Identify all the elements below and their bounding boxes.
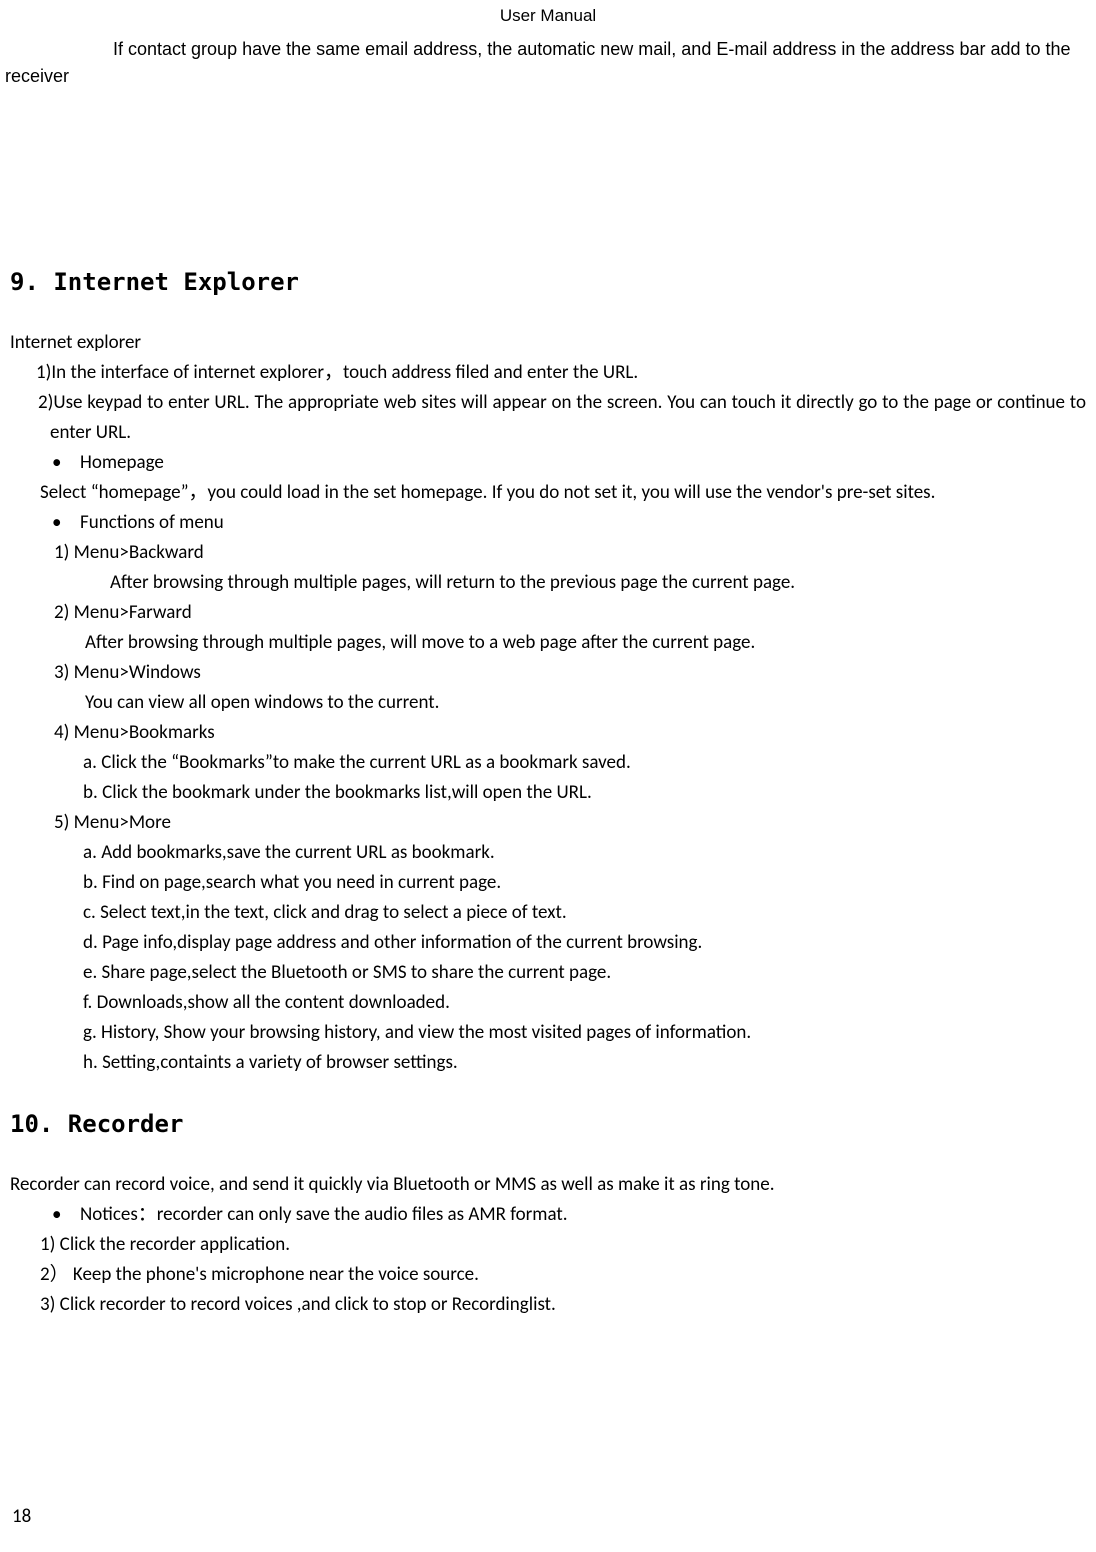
fn-5-a: a. Add bookmarks,save the current URL as… [10,838,1086,868]
fn-2-desc: After browsing through multiple pages, w… [10,628,1086,658]
homepage-desc: Select “homepage”，you could load in the … [10,478,1086,508]
page-number: 18 [12,1505,31,1528]
fn-4-a: a. Click the “Bookmarks”to make the curr… [10,748,1086,778]
step-2: 2)Use keypad to enter URL. The appropria… [10,388,1086,448]
fn-5: 5) Menu>More [10,808,1086,838]
fn-3: 3) Menu>Windows [10,658,1086,688]
fn-4: 4) Menu>Bookmarks [10,718,1086,748]
recorder-step-3: 3) Click recorder to record voices ,and … [10,1290,1086,1320]
recorder-intro: Recorder can record voice, and send it q… [10,1170,1086,1200]
fn-5-d: d. Page info,display page address and ot… [10,928,1086,958]
bullet-notices-label: Notices：recorder can only save the audio… [80,1203,568,1226]
bullet-homepage-label: Homepage [80,451,164,474]
bullet-homepage: •Homepage [10,448,1086,478]
recorder-step-2: 2） Keep the phone's microphone near the … [10,1260,1086,1290]
fn-5-f: f. Downloads,show all the content downlo… [10,988,1086,1018]
bullet-icon: • [52,508,80,538]
fn-5-b: b. Find on page,search what you need in … [10,868,1086,898]
step-1: 1)In the interface of internet explorer，… [10,358,1086,388]
fn-5-c: c. Select text,in the text, click and dr… [10,898,1086,928]
fn-1: 1) Menu>Backward [10,538,1086,568]
fn-1-desc: After browsing through multiple pages, w… [10,568,1086,598]
fn-5-h: h. Setting,containts a variety of browse… [10,1048,1086,1078]
bullet-functions: •Functions of menu [10,508,1086,538]
fn-3-desc: You can view all open windows to the cur… [10,688,1086,718]
page-header-title: User Manual [10,0,1086,36]
fn-2: 2) Menu>Farward [10,598,1086,628]
fn-5-e: e. Share page,select the Bluetooth or SM… [10,958,1086,988]
section-10-heading: 10. Recorder [10,1110,1086,1138]
fn-4-b: b. Click the bookmark under the bookmark… [10,778,1086,808]
bullet-notices: •Notices：recorder can only save the audi… [10,1200,1086,1230]
section-9-heading: 9. Internet Explorer [10,268,1086,296]
intro-paragraph: If contact group have the same email add… [5,36,1086,110]
bullet-functions-label: Functions of menu [80,511,224,534]
recorder-step-1: 1) Click the recorder application. [10,1230,1086,1260]
section-9-subheading: Internet explorer [10,328,1086,358]
bullet-icon: • [52,1200,80,1230]
bullet-icon: • [52,448,80,478]
fn-5-g: g. History, Show your browsing history, … [10,1018,1086,1048]
